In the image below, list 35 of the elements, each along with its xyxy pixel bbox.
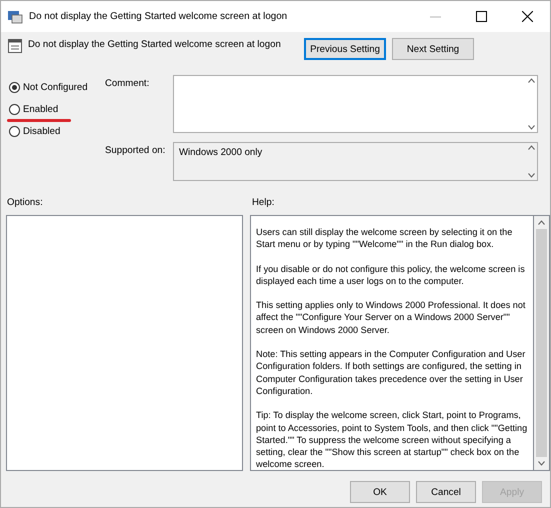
options-label: Options: (7, 197, 43, 208)
supported-on-field: Windows 2000 only (173, 142, 538, 180)
help-paragraph: Users can still display the welcome screen by selecting it on the Start menu or by typing ""Welcome"" in the Run dialog box. (256, 226, 514, 251)
help-paragraph: Tip: To display the welcome screen, click Start, point to Programs, point to Accessories, point to System Tools, and then click ""Getting Started."" To suppress the welcome screen without specifying a setting, clear the ""Show this screen at startup"" check box on the welcome screen. (256, 409, 528, 470)
radio-label[interactable]: Enabled (23, 104, 58, 114)
ok-button[interactable]: OK (350, 481, 410, 503)
radio-label[interactable]: Not Configured (23, 82, 88, 92)
next-setting-button[interactable]: Next Setting (392, 38, 474, 60)
setting-icon (7, 38, 23, 54)
radio-label[interactable]: Disabled (23, 126, 60, 136)
cancel-button[interactable]: Cancel (416, 481, 476, 503)
scroll-down-icon[interactable] (538, 461, 545, 466)
scroll-up-icon[interactable] (538, 220, 545, 225)
radio-button[interactable] (9, 104, 20, 114)
scroll-down-icon[interactable] (528, 125, 534, 130)
scrollbar[interactable] (534, 216, 549, 470)
scroll-up-icon[interactable] (528, 144, 534, 150)
previous-setting-button[interactable]: Previous Setting (304, 38, 386, 60)
scroll-down-icon[interactable] (528, 172, 534, 178)
help-label: Help: (252, 197, 274, 210)
annotation-underline (7, 119, 71, 122)
supported-on-label: Supported on: (105, 144, 166, 158)
scroll-up-icon[interactable] (528, 78, 534, 83)
help-paragraph: Note: This setting appears in the Computer Configuration and User Configuration folders. If both settings are configured, the setting in Computer Configuration takes precedence over the setting in User Configuration. (256, 348, 526, 398)
app-icon (7, 8, 23, 24)
help-paragraph: If you disable or do not configure this policy, the welcome screen is displayed each time a user logs on to the computer. (256, 262, 526, 288)
maximize-icon[interactable] (476, 11, 486, 22)
help-paragraph: This setting applies only to Windows 2000 Professional. It does not affect the ""Configure Your Server on a Windows 2000 Server"" screen on Windows 2000 Server. (256, 299, 526, 336)
radio-button[interactable] (9, 126, 20, 136)
comment-field[interactable] (173, 75, 538, 133)
close-icon[interactable] (522, 11, 532, 22)
window-title: Do not display the Getting Started welcome screen at logon (29, 11, 288, 22)
setting-title: Do not display the Getting Started welcome screen at logon (28, 38, 282, 52)
radio-button[interactable] (9, 82, 20, 92)
comment-label: Comment: (105, 77, 150, 91)
